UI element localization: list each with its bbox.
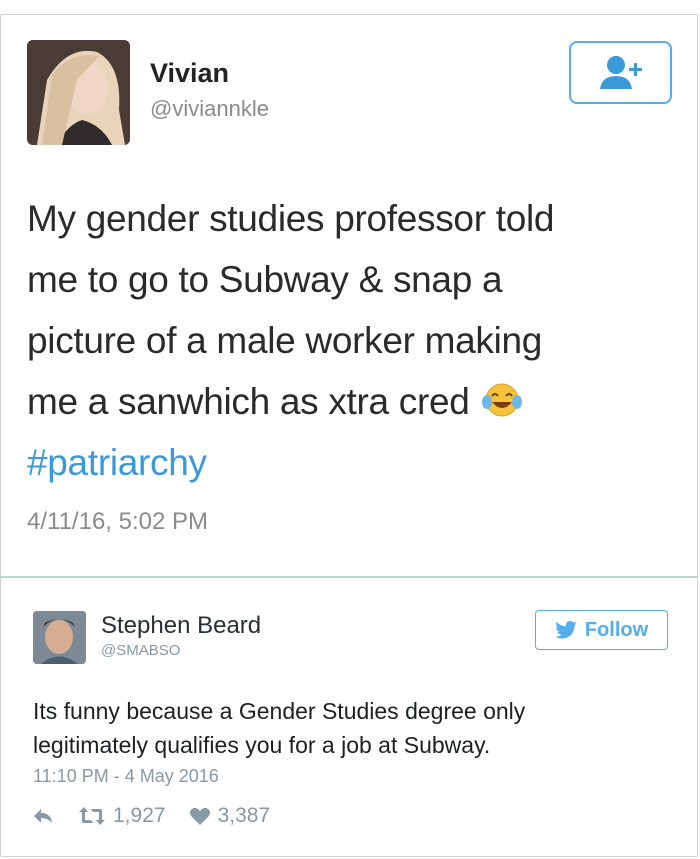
avatar[interactable] [27,40,130,145]
retweet-count: 1,927 [113,804,166,827]
avatar[interactable] [33,611,86,664]
tweet1-author-name[interactable]: Vivian [150,58,229,89]
tweet1-text-line: My gender studies professor told [27,198,555,239]
laughing-emoji-icon [481,383,522,417]
like-button[interactable]: 3,387 [189,804,271,828]
retweet-icon [79,807,105,825]
tweet2-author-name[interactable]: Stephen Beard [101,612,261,640]
follow-button[interactable]: Follow [535,610,668,650]
tweet-divider [0,576,698,578]
avatar-photo [33,611,86,664]
twitter-bird-icon [555,621,577,639]
add-user-icon [599,55,642,89]
tweet1-text: My gender studies professor told me to g… [27,188,667,493]
tweet2-text-line: Its funny because a Gender Studies degre… [33,698,526,724]
add-user-button[interactable] [569,41,672,104]
tweet-actions: 1,927 3,387 [33,802,270,830]
follow-button-label: Follow [584,618,649,641]
tweet1-text-line: me to go to Subway & snap a [27,259,503,300]
like-count: 3,387 [217,804,271,827]
avatar-photo [27,40,130,145]
tweet2-text: Its funny because a Gender Studies degre… [33,694,673,762]
tweet1-text-line-content: me a sanwhich as xtra cred [27,381,470,422]
heart-icon [189,807,210,825]
reply-button[interactable] [33,808,53,824]
tweet1-text-line: me a sanwhich as xtra cred [27,371,667,432]
tweet2-text-line: legitimately qualifies you for a job at … [33,732,491,758]
tweet2-timestamp[interactable]: 11:10 PM - 4 May 2016 [33,766,219,787]
tweet1-date: 4/11/16, 5:02 PM [27,508,209,535]
reply-icon [34,809,52,823]
tweet2-author-handle[interactable]: @SMABSO [101,642,180,659]
retweet-button[interactable]: 1,927 [79,804,166,828]
hashtag-link[interactable]: #patriarchy [27,432,667,493]
tweet1-text-line: picture of a male worker making [27,320,543,361]
tweet1-author-handle[interactable]: @viviannkle [150,96,269,122]
